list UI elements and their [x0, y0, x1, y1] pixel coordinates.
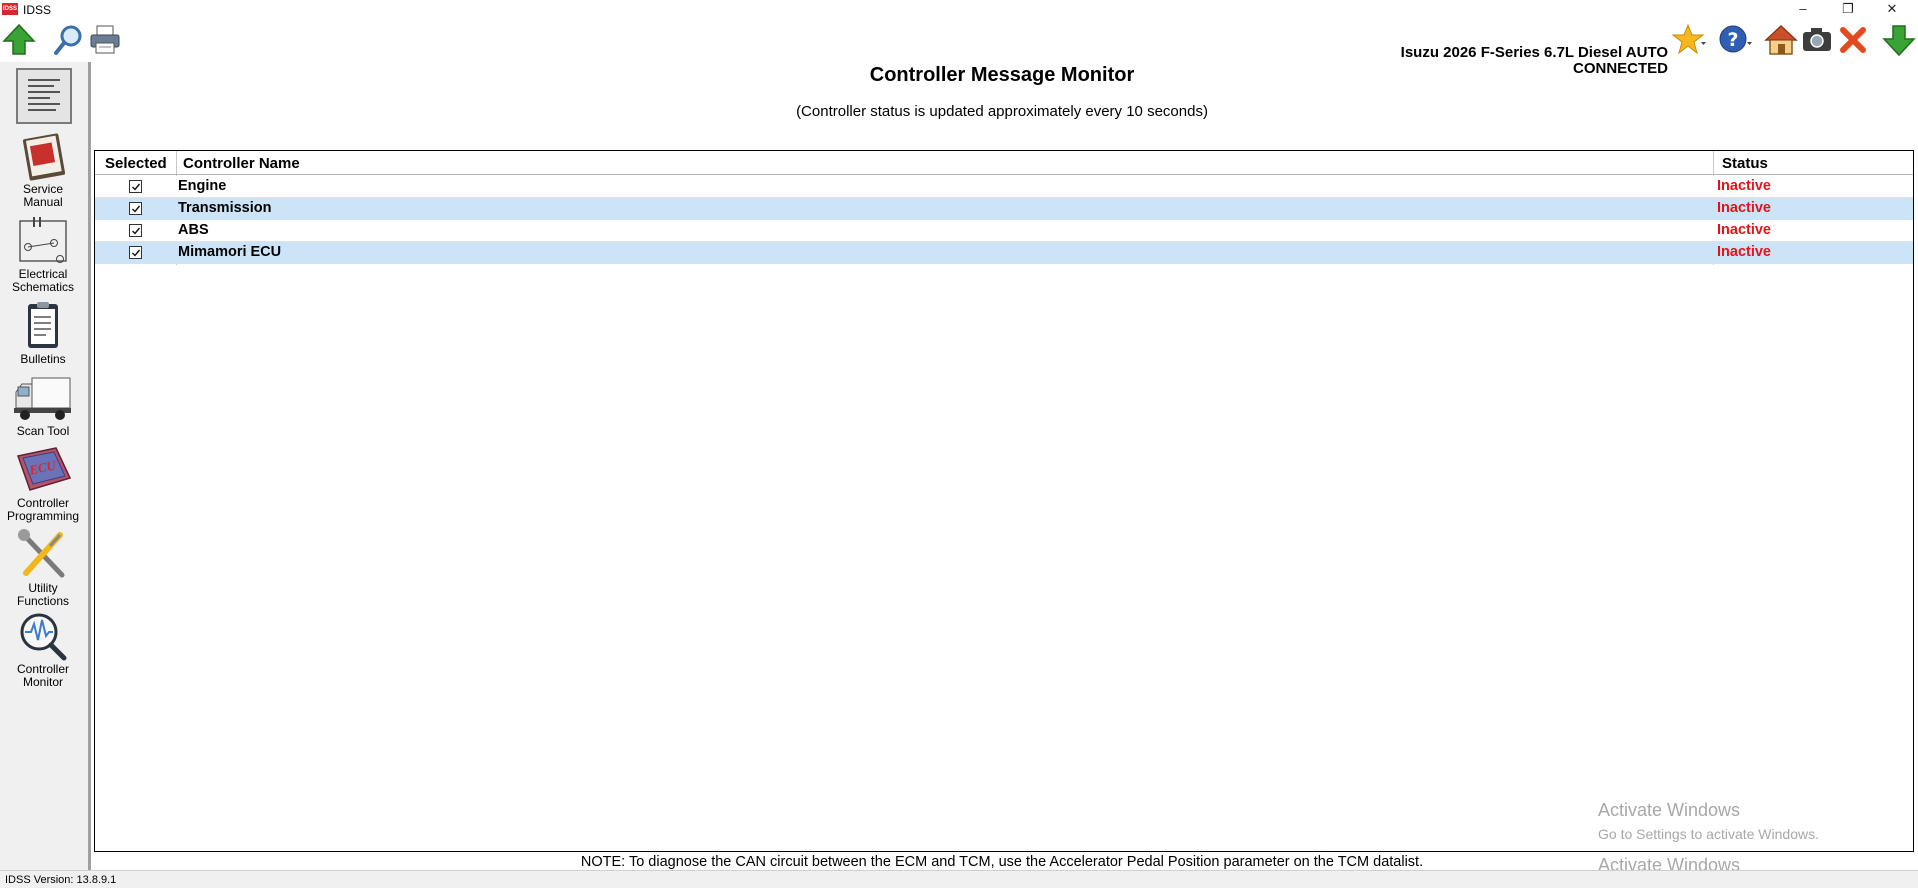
sidebar-item-controller-programming[interactable]: ECU Controller Programming: [0, 444, 86, 523]
download-arrow-icon[interactable]: [1882, 23, 1916, 57]
sidebar-item-electrical-schematics[interactable]: Electrical Schematics: [0, 215, 86, 294]
table-row[interactable]: Engine Inactive: [95, 176, 1913, 198]
checkmark-icon: [132, 227, 141, 235]
checkmark-icon: [132, 183, 141, 191]
search-icon[interactable]: [52, 23, 86, 57]
activation-watermark-title: Activate Windows: [1598, 800, 1741, 820]
electrical-schematics-icon: [19, 217, 67, 263]
document-lines-icon: [28, 79, 60, 111]
close-session-icon[interactable]: [1836, 23, 1870, 57]
printer-icon[interactable]: [88, 23, 122, 57]
row-select-checkbox[interactable]: [129, 224, 142, 237]
home-icon[interactable]: [1764, 23, 1798, 57]
page-title: Controller Message Monitor: [869, 64, 1135, 86]
controller-status: Inactive: [1717, 222, 1771, 238]
column-header-selected[interactable]: Selected: [105, 155, 167, 172]
sidebar-item-label: Electrical Schematics: [11, 267, 75, 294]
svg-text:?: ?: [1727, 29, 1738, 51]
controller-name: ABS: [178, 222, 209, 238]
sidebar-item-label: Scan Tool: [16, 424, 70, 438]
table-row[interactable]: Mimamori ECU Inactive: [95, 242, 1913, 264]
sidebar-item-label: Bulletins: [20, 352, 66, 366]
upload-arrow-icon[interactable]: [2, 23, 36, 57]
scan-tool-truck-icon: [14, 377, 71, 420]
utility-tools-icon: [18, 529, 65, 578]
service-manual-icon: [22, 133, 66, 181]
activation-watermark-subtitle: Go to Settings to activate Windows.: [1598, 826, 1819, 842]
grid-header: Selected Controller Name Status: [95, 151, 1913, 175]
table-row[interactable]: Transmission Inactive: [95, 198, 1913, 220]
controller-name: Transmission: [178, 200, 272, 216]
sidebar-item-scan-tool[interactable]: Scan Tool: [0, 372, 86, 438]
controller-name: Mimamori ECU: [178, 244, 282, 260]
window-title: IDSS: [23, 3, 52, 17]
sidebar-item-controller-monitor[interactable]: Controller Monitor: [0, 610, 86, 689]
sidebar-item-label: Controller Programming: [6, 496, 80, 523]
controller-name: Engine: [178, 178, 227, 194]
minimize-button[interactable]: –: [1783, 0, 1823, 20]
favorites-star-icon[interactable]: [1672, 23, 1706, 57]
camera-icon[interactable]: [1800, 23, 1834, 57]
column-header-controller-name[interactable]: Controller Name: [183, 155, 300, 172]
checkmark-icon: [132, 205, 141, 213]
sidebar: Service Manual Electrical Schematics Bul…: [0, 62, 89, 870]
controller-status: Inactive: [1717, 244, 1771, 260]
sidebar-divider[interactable]: [88, 62, 91, 870]
app-logo-icon: IDSS: [2, 3, 18, 15]
main-panel: Controller Message Monitor (Controller s…: [94, 62, 1914, 870]
page-subtitle: (Controller status is updated approximat…: [796, 103, 1208, 120]
ecu-programming-icon: ECU: [17, 447, 72, 491]
bulletins-icon: [28, 302, 58, 348]
sidebar-item-bulletins[interactable]: Bulletins: [0, 300, 86, 366]
sidebar-item-utility-functions[interactable]: Utility Functions: [0, 529, 86, 608]
vehicle-name: Isuzu 2026 F-Series 6.7L Diesel AUTO: [1400, 44, 1668, 61]
controller-monitor-icon: [20, 613, 67, 661]
status-bar: IDSS Version: 13.8.9.1: [0, 870, 1918, 888]
summary-view-button[interactable]: [16, 68, 72, 124]
restore-button[interactable]: ❐: [1828, 0, 1868, 20]
column-header-status[interactable]: Status: [1722, 155, 1768, 172]
help-icon[interactable]: ?: [1718, 23, 1752, 57]
controller-grid: Selected Controller Name Status Engine I…: [94, 150, 1914, 852]
table-row[interactable]: ABS Inactive: [95, 220, 1913, 242]
version-label: IDSS Version: 13.8.9.1: [5, 874, 117, 886]
controller-status: Inactive: [1717, 200, 1771, 216]
row-select-checkbox[interactable]: [129, 202, 142, 215]
title-bar: IDSS IDSS – ❐ ✕: [0, 0, 1918, 20]
row-select-checkbox[interactable]: [129, 180, 142, 193]
idss-window: IDSS IDSS – ❐ ✕ Isuzu 2026 F-Series 6.7L…: [0, 0, 1918, 888]
sidebar-item-label: Service Manual: [22, 182, 63, 209]
sidebar-item-service-manual[interactable]: Service Manual: [0, 130, 86, 209]
row-select-checkbox[interactable]: [129, 246, 142, 259]
close-window-button[interactable]: ✕: [1872, 0, 1912, 20]
controller-status: Inactive: [1717, 178, 1771, 194]
sidebar-item-label: Utility Functions: [16, 581, 70, 608]
toolbar: Isuzu 2026 F-Series 6.7L Diesel AUTO CON…: [0, 20, 1918, 77]
checkmark-icon: [132, 249, 141, 257]
sidebar-item-label: Controller Monitor: [16, 662, 70, 689]
